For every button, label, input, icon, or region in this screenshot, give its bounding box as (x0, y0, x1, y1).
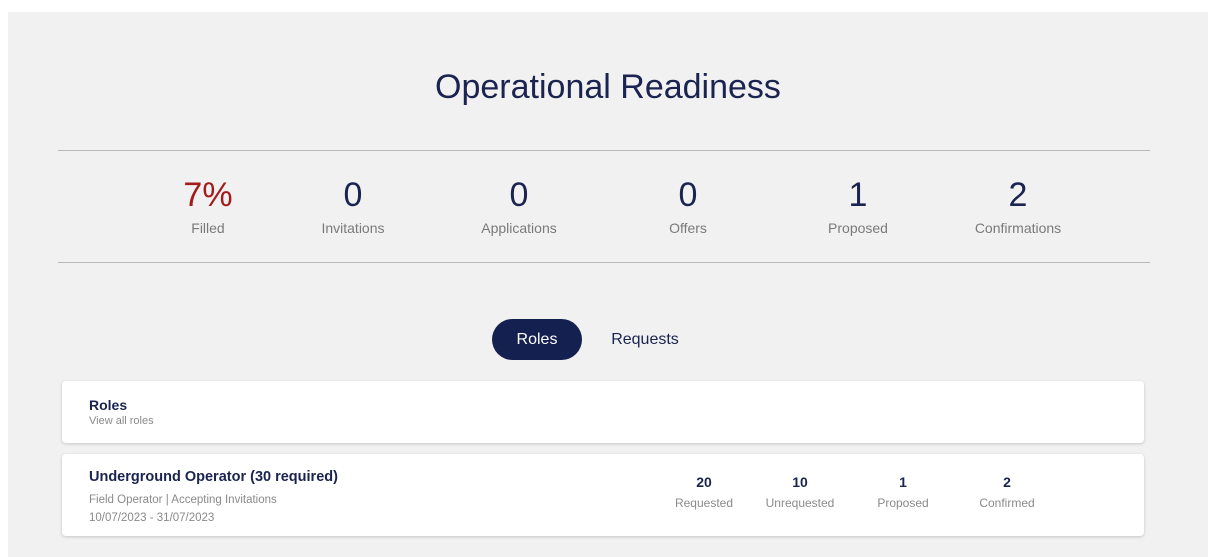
role-title: Underground Operator (30 required) (89, 469, 338, 485)
role-dates: 10/07/2023 - 31/07/2023 (89, 512, 215, 524)
role-stat-proposed-value: 1 (899, 474, 907, 490)
stat-proposed: 1 Proposed (778, 176, 938, 236)
role-stat-confirmed: 2 Confirmed (962, 474, 1052, 510)
role-meta: Field Operator | Accepting Invitations (89, 494, 277, 506)
role-stat-confirmed-label: Confirmed (979, 496, 1035, 510)
roles-card-title: Roles (89, 397, 128, 413)
stat-invitations-value: 0 (343, 176, 363, 214)
stat-proposed-value: 1 (848, 176, 868, 214)
stat-offers-value: 0 (678, 176, 698, 214)
role-stat-proposed-label: Proposed (877, 496, 929, 510)
role-stat-requested: 20 Requested (659, 474, 749, 510)
stat-filled-label: Filled (191, 220, 225, 236)
roles-card[interactable]: Roles View all roles (62, 381, 1144, 443)
stat-offers: 0 Offers (608, 176, 768, 236)
role-status: Accepting Invitations (171, 494, 277, 506)
role-stat-unrequested-label: Unrequested (765, 496, 835, 510)
role-list-item[interactable]: Underground Operator (30 required) Field… (62, 454, 1144, 536)
stat-applications-label: Applications (481, 220, 557, 236)
role-stat-requested-value: 20 (696, 474, 712, 490)
tab-roles[interactable]: Roles (492, 319, 582, 360)
stat-filled: 7% Filled (128, 176, 288, 236)
stats-top-divider (58, 150, 1150, 151)
stat-applications: 0 Applications (439, 176, 599, 236)
stat-offers-label: Offers (669, 220, 707, 236)
stat-invitations: 0 Invitations (273, 176, 433, 236)
role-stat-confirmed-value: 2 (1003, 474, 1011, 490)
view-all-roles-link[interactable]: View all roles (89, 415, 154, 427)
readiness-panel: Operational Readiness 7% Filled 0 Invita… (8, 12, 1208, 557)
role-stat-proposed: 1 Proposed (858, 474, 948, 510)
role-stat-unrequested-value: 10 (792, 474, 808, 490)
role-type: Field Operator (89, 494, 163, 506)
tab-requests[interactable]: Requests (600, 319, 690, 360)
role-stat-requested-label: Requested (674, 496, 734, 510)
stat-proposed-label: Proposed (828, 220, 888, 236)
view-tabs: Roles Requests (8, 319, 1208, 361)
stat-invitations-label: Invitations (321, 220, 385, 236)
stats-bottom-divider (58, 262, 1150, 263)
page-title: Operational Readiness (435, 68, 781, 106)
stat-confirmations-label: Confirmations (974, 220, 1062, 236)
stat-filled-value: 7% (183, 176, 233, 214)
role-stat-unrequested: 10 Unrequested (755, 474, 845, 510)
stat-applications-value: 0 (509, 176, 529, 214)
stat-confirmations-value: 2 (1008, 176, 1028, 214)
role-meta-separator: | (165, 494, 169, 506)
stat-confirmations: 2 Confirmations (938, 176, 1098, 236)
